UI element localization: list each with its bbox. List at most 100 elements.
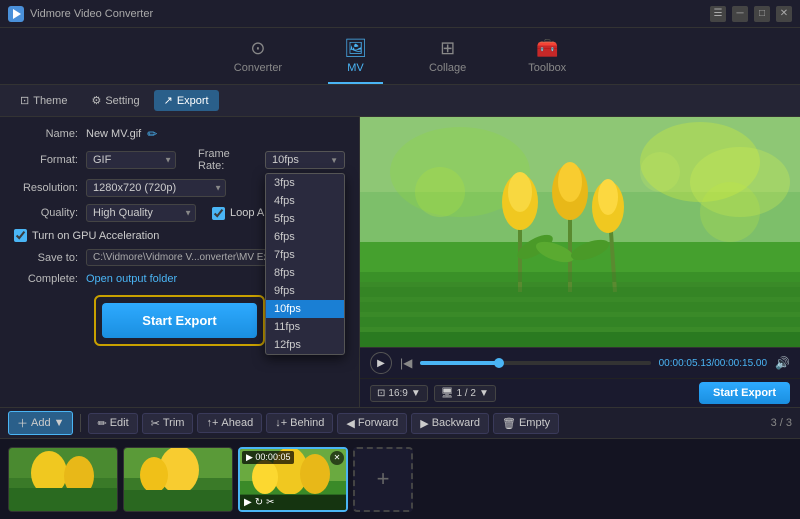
fps-option-11fps[interactable]: 11fps <box>266 318 344 336</box>
bottom-toolbar: ＋ Add ▼ ✏ Edit ✂ Trim ↑+ Ahead ↓+ Behind… <box>0 407 800 439</box>
add-btn[interactable]: ＋ Add ▼ <box>8 411 73 435</box>
progress-bar[interactable] <box>420 361 650 365</box>
export-icon: ↗ <box>164 94 173 107</box>
thumb-overlay: ▶ ↻ ✂ <box>240 495 346 510</box>
trim-btn[interactable]: ✂ Trim <box>142 413 194 434</box>
backward-btn[interactable]: ▶ Backward <box>411 413 489 434</box>
fps-dropdown[interactable]: 10fps ▼ <box>265 151 345 169</box>
thumb-time: ▶ 00:00:05 <box>242 451 294 464</box>
converter-icon: ⊙ <box>250 38 265 59</box>
format-select[interactable]: GIF <box>86 151 176 169</box>
separator-1 <box>80 414 81 432</box>
maximize-btn[interactable]: □ <box>754 6 770 22</box>
backward-icon: ▶ <box>420 417 428 430</box>
fps-option-3fps[interactable]: 3fps <box>266 174 344 192</box>
tab-toolbox[interactable]: 🧰 Toolbox <box>512 34 582 84</box>
theme-btn[interactable]: ⊡ Theme <box>10 90 77 111</box>
empty-btn[interactable]: 🗑 Empty <box>493 413 559 434</box>
player-controls2: ⊡ 16:9 ▼ 🖥 1 / 2 ▼ Start Export <box>360 378 800 407</box>
fps-option-6fps[interactable]: 6fps <box>266 228 344 246</box>
close-btn[interactable]: ✕ <box>776 6 792 22</box>
fps-option-7fps[interactable]: 7fps <box>266 246 344 264</box>
fps-arrow-icon: ▼ <box>330 156 338 165</box>
progress-fill <box>420 361 498 365</box>
ratio-arrow-icon: ▼ <box>411 388 421 399</box>
time-total: 00:00:15.00 <box>714 358 767 369</box>
fps-option-4fps[interactable]: 4fps <box>266 192 344 210</box>
export-panel: Name: New MV.gif ✏ Format: GIF Frame Rat… <box>0 117 360 407</box>
resolution-select-wrap: 1280x720 (720p) <box>86 179 226 197</box>
thumb-cut-btn[interactable]: ✂ <box>266 497 274 508</box>
page-btn[interactable]: 🖥 1 / 2 ▼ <box>434 385 496 402</box>
quality-select-wrap: High Quality <box>86 204 196 222</box>
fps-select-wrap[interactable]: 10fps ▼ 3fps 4fps 5fps 6fps 7fps 8fps 9f… <box>265 151 345 169</box>
play-button[interactable]: ▶ <box>370 352 392 374</box>
preview-panel: ▶ |◀ 00:00:05.13/00:00:15.00 🔊 ⊡ 16:9 ▼ … <box>360 117 800 407</box>
title-bar: Vidmore Video Converter ☰ ─ □ ✕ <box>0 0 800 28</box>
app-icon <box>8 6 24 22</box>
edit-filename-icon[interactable]: ✏ <box>147 127 157 141</box>
name-label: Name: <box>14 128 86 140</box>
film-thumb-3[interactable]: ▶ 00:00:05 ✕ ▶ ↻ ✂ <box>238 447 348 512</box>
gpu-checkbox-row[interactable]: Turn on GPU Acceleration <box>14 229 159 242</box>
film-thumb-2[interactable] <box>123 447 233 512</box>
start-export-btn2[interactable]: Start Export <box>699 382 790 404</box>
gear-icon: ⚙ <box>91 94 101 107</box>
tab-converter[interactable]: ⊙ Converter <box>218 34 298 84</box>
theme-icon: ⊡ <box>20 94 29 107</box>
quality-select[interactable]: High Quality <box>86 204 196 222</box>
forward-icon: ◀ <box>346 417 354 430</box>
format-row: Format: GIF Frame Rate: 10fps ▼ 3fp <box>14 148 345 172</box>
loop-animation-checkbox[interactable] <box>212 207 225 220</box>
player-controls: ▶ |◀ 00:00:05.13/00:00:15.00 🔊 <box>360 347 800 378</box>
open-folder-btn[interactable]: Open output folder <box>86 273 177 285</box>
gpu-label: Turn on GPU Acceleration <box>32 230 159 242</box>
volume-btn[interactable]: 🔊 <box>775 356 790 370</box>
tab-toolbox-label: Toolbox <box>528 62 566 74</box>
collage-icon: ⊞ <box>440 38 455 59</box>
fps-dropdown-list: 3fps 4fps 5fps 6fps 7fps 8fps 9fps 10fps… <box>265 173 345 355</box>
progress-thumb <box>494 358 504 368</box>
thumb-close-btn[interactable]: ✕ <box>330 451 344 465</box>
minimize-btn[interactable]: ─ <box>732 6 748 22</box>
tab-mv-label: MV <box>347 62 364 74</box>
nav-tabs: ⊙ Converter 🖼 MV ⊞ Collage 🧰 Toolbox <box>0 28 800 85</box>
film-thumb-1[interactable] <box>8 447 118 512</box>
resolution-label: Resolution: <box>14 182 86 194</box>
gpu-checkbox[interactable] <box>14 229 27 242</box>
edit-icon: ✏ <box>97 417 106 430</box>
fps-option-12fps[interactable]: 12fps <box>266 336 344 354</box>
setting-btn[interactable]: ⚙ Setting <box>81 90 149 111</box>
tab-mv[interactable]: 🖼 MV <box>328 34 383 84</box>
plus-icon: ＋ <box>17 415 28 431</box>
start-export-wrapper: Start Export <box>94 295 264 346</box>
ahead-icon: ↑+ <box>206 417 218 429</box>
filename-text: New MV.gif <box>86 128 141 140</box>
page-arrow-icon: ▼ <box>479 388 489 399</box>
preview-overlay <box>360 117 800 347</box>
forward-btn[interactable]: ◀ Forward <box>337 413 407 434</box>
fps-option-10fps[interactable]: 10fps <box>266 300 344 318</box>
ratio-btn[interactable]: ⊡ 16:9 ▼ <box>370 385 428 402</box>
ratio-icon: ⊡ <box>377 388 385 399</box>
resolution-select[interactable]: 1280x720 (720p) <box>86 179 226 197</box>
menu-btn[interactable]: ☰ <box>710 6 726 22</box>
edit-btn[interactable]: ✏ Edit <box>88 413 137 434</box>
export-btn[interactable]: ↗ Export <box>154 90 219 111</box>
add-thumb-btn[interactable]: + <box>353 447 413 512</box>
ahead-btn[interactable]: ↑+ Ahead <box>197 413 262 433</box>
thumb-rotate-btn[interactable]: ↻ <box>255 497 263 508</box>
start-export-button[interactable]: Start Export <box>102 303 256 338</box>
complete-label: Complete: <box>14 273 86 285</box>
fps-option-8fps[interactable]: 8fps <box>266 264 344 282</box>
fps-option-9fps[interactable]: 9fps <box>266 282 344 300</box>
thumb-play-btn[interactable]: ▶ <box>244 497 252 508</box>
page-indicator: 1 / 2 <box>456 388 475 399</box>
add-arrow-icon: ▼ <box>54 417 65 429</box>
app-title: Vidmore Video Converter <box>30 8 710 20</box>
behind-btn[interactable]: ↓+ Behind <box>266 413 333 433</box>
fps-option-5fps[interactable]: 5fps <box>266 210 344 228</box>
window-controls: ☰ ─ □ ✕ <box>710 6 792 22</box>
skip-back-btn[interactable]: |◀ <box>400 356 412 370</box>
tab-collage[interactable]: ⊞ Collage <box>413 34 482 84</box>
